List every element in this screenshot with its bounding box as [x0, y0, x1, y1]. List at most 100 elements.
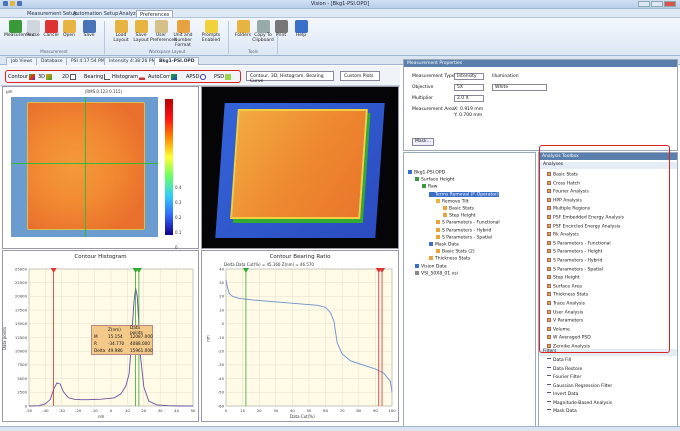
- measurement-type-select[interactable]: Intensity: [454, 73, 484, 80]
- histogram-button[interactable]: Histogram: [112, 72, 145, 81]
- multiplier-select[interactable]: 2.0 X: [454, 95, 484, 102]
- analysis-item[interactable]: S Parameters - Height: [547, 249, 602, 255]
- tree-item[interactable]: S Parameters - Spatial: [436, 234, 492, 240]
- tab-database[interactable]: Database: [36, 57, 68, 65]
- tab-job-views[interactable]: Job Views: [6, 57, 38, 65]
- data-tree-panel: Bkg1-PSI.OPD Surface Height Raw Terms Remov…: [403, 152, 536, 427]
- analysis-item[interactable]: Rk Analysis: [547, 232, 579, 238]
- illumination-select[interactable]: White: [492, 84, 547, 91]
- analysis-item[interactable]: S Parameters - Spatial: [547, 266, 603, 272]
- analysis-item[interactable]: Thickness Stats: [547, 292, 588, 298]
- analysis-item[interactable]: Surface Area: [547, 283, 582, 289]
- illumination-label: Illumination: [492, 74, 519, 79]
- analysis-item[interactable]: S Parameters - Hybrid: [547, 258, 602, 264]
- 2d-icon: [70, 73, 77, 80]
- psd-button[interactable]: PSD: [214, 72, 232, 81]
- filter-item[interactable]: Gaussian Regression Filter: [547, 383, 612, 389]
- tree-item[interactable]: S Parameters - Hybrid: [436, 227, 491, 233]
- tab-bkg1-psi[interactable]: Bkg1-PSI.OPD: [154, 57, 200, 65]
- tree-item[interactable]: Basic Stats (2): [436, 249, 475, 255]
- analysis-item[interactable]: W Averaged PSD: [547, 335, 591, 341]
- ribbon-save-button[interactable]: Save: [78, 20, 100, 48]
- filter-item[interactable]: Mask Data: [547, 409, 577, 414]
- tree-item[interactable]: Bkg1-PSI.OPD: [408, 170, 445, 176]
- filter-item[interactable]: Data Fill: [547, 358, 571, 363]
- analysis-item[interactable]: Cross Hatch: [547, 180, 580, 186]
- 3d-plot-panel[interactable]: [201, 86, 399, 249]
- analysis-item[interactable]: V Parameters: [547, 318, 583, 324]
- tree-item[interactable]: Basic Stats: [443, 206, 474, 212]
- tree-item[interactable]: S Parameters - Functional: [436, 220, 500, 226]
- mask-button[interactable]: Mask...: [412, 138, 434, 146]
- menu-automation-setup[interactable]: Automation Setup: [70, 10, 121, 17]
- contour-plot-panel: µm |RMS 0.123 0.115| 0.40.30.20.10-0.1-0…: [2, 86, 199, 331]
- tree-item[interactable]: VSI_50X8_01.vsi: [415, 270, 458, 276]
- group-measurement: Measurement: [40, 49, 68, 54]
- ribbon-unit-and-number-format-button[interactable]: Unit and Number Format: [172, 20, 194, 48]
- analysis-item[interactable]: User Analysis: [547, 309, 583, 315]
- tree-item[interactable]: Mask Data: [429, 242, 459, 248]
- analysis-item[interactable]: Zernike Analysis: [547, 344, 590, 350]
- ribbon-print-button[interactable]: Print: [270, 20, 292, 48]
- ribbon-help-button[interactable]: Help: [290, 20, 312, 48]
- analysis-item[interactable]: PSF Embedded Energy Analysis: [547, 215, 624, 221]
- ribbon-load-layout-button[interactable]: Load Layout: [110, 20, 132, 48]
- y-tick-label: -30: [218, 362, 225, 367]
- custom-plots-dropdown[interactable]: Custom Plots: [340, 71, 380, 81]
- ribbon-open-button[interactable]: Open: [58, 20, 80, 48]
- ribbon-save-layout-button[interactable]: Save Layout: [130, 20, 152, 48]
- contour-map[interactable]: [11, 97, 158, 237]
- 3d-button[interactable]: 3D: [38, 72, 53, 81]
- contour-button[interactable]: Contour: [8, 72, 35, 81]
- filter-item[interactable]: Data Restore: [547, 366, 582, 372]
- folders-icon: [236, 20, 250, 33]
- analysis-item[interactable]: HPP Analysis: [547, 197, 582, 203]
- 3d-label: 3D: [38, 73, 46, 80]
- maximize-button[interactable]: [651, 1, 663, 7]
- tree-item-label: Remove Tilt: [442, 199, 469, 205]
- tree-item[interactable]: Raw: [422, 184, 437, 190]
- ribbon-user-preferences-button[interactable]: User Preferences: [150, 20, 176, 48]
- bearing-button[interactable]: Bearing: [84, 72, 111, 81]
- analysis-item[interactable]: Multiple Regions: [547, 206, 590, 212]
- contour-vline-cursor[interactable]: [85, 97, 86, 237]
- autocorr-button[interactable]: AutoCorr: [148, 72, 178, 81]
- close-button[interactable]: [664, 1, 676, 7]
- tree-item[interactable]: Thickness Stats: [429, 256, 470, 262]
- analysis-item[interactable]: Step Height: [547, 275, 580, 281]
- objective-select[interactable]: 5X: [454, 84, 484, 91]
- 2d-button[interactable]: 2D: [62, 72, 77, 81]
- tree-item[interactable]: Surface Height: [415, 177, 454, 183]
- analysis-item[interactable]: Trace Analysis: [547, 301, 585, 307]
- tree-item[interactable]: Remove Tilt: [436, 198, 469, 205]
- plot-layout-dropdown[interactable]: Contour, 3D, Histogram, Bearing Curve: [246, 71, 334, 84]
- analysis-item[interactable]: S Parameters - Functional: [547, 240, 611, 246]
- contour-unit-label: µm: [6, 89, 13, 94]
- ribbon-prompts-enabled-button[interactable]: Prompts Enabled: [200, 20, 222, 48]
- analysis-item[interactable]: Volume: [547, 326, 570, 332]
- x-tick-label: 50: [307, 408, 312, 413]
- analysis-item[interactable]: PSF Encircled Energy Analysis: [547, 223, 620, 229]
- tree-node-icon: [415, 270, 419, 275]
- filter-item[interactable]: Magnitude-Based Analysis: [547, 400, 612, 406]
- filter-item[interactable]: Invert Data: [547, 392, 578, 397]
- tree-item[interactable]: Vision Data: [415, 263, 447, 269]
- filter-item[interactable]: Fourier Filter: [547, 375, 581, 380]
- readout-row: R -34.770 4088.000: [92, 340, 152, 347]
- x-tick-label: 100: [388, 408, 396, 413]
- filter-label: Mask Data: [553, 409, 577, 414]
- analysis-item[interactable]: Basic Stats: [547, 172, 578, 178]
- histogram-label: Histogram: [112, 73, 138, 80]
- minimize-button[interactable]: [638, 1, 650, 7]
- psd-icon: [225, 73, 232, 80]
- user-preferences-icon: [154, 20, 168, 33]
- tab-intensity[interactable]: Intensity 4:38:26 PM: [104, 57, 161, 65]
- menu-preferences[interactable]: Preferences: [136, 10, 174, 18]
- bearing-chart[interactable]: 0 10 20 30 40 50 60 70 80 90 100403020100-10-20-30…: [202, 251, 400, 423]
- ribbon-folders-button[interactable]: Folders: [232, 20, 254, 48]
- y-tick-label: 0: [222, 321, 225, 326]
- tree-item[interactable]: Step Height: [443, 213, 476, 219]
- analysis-item[interactable]: Fourier Analysis: [547, 189, 589, 195]
- apsd-button[interactable]: APSD: [186, 72, 207, 81]
- tree-item[interactable]: Terms Removal (F-Operator): [429, 191, 499, 198]
